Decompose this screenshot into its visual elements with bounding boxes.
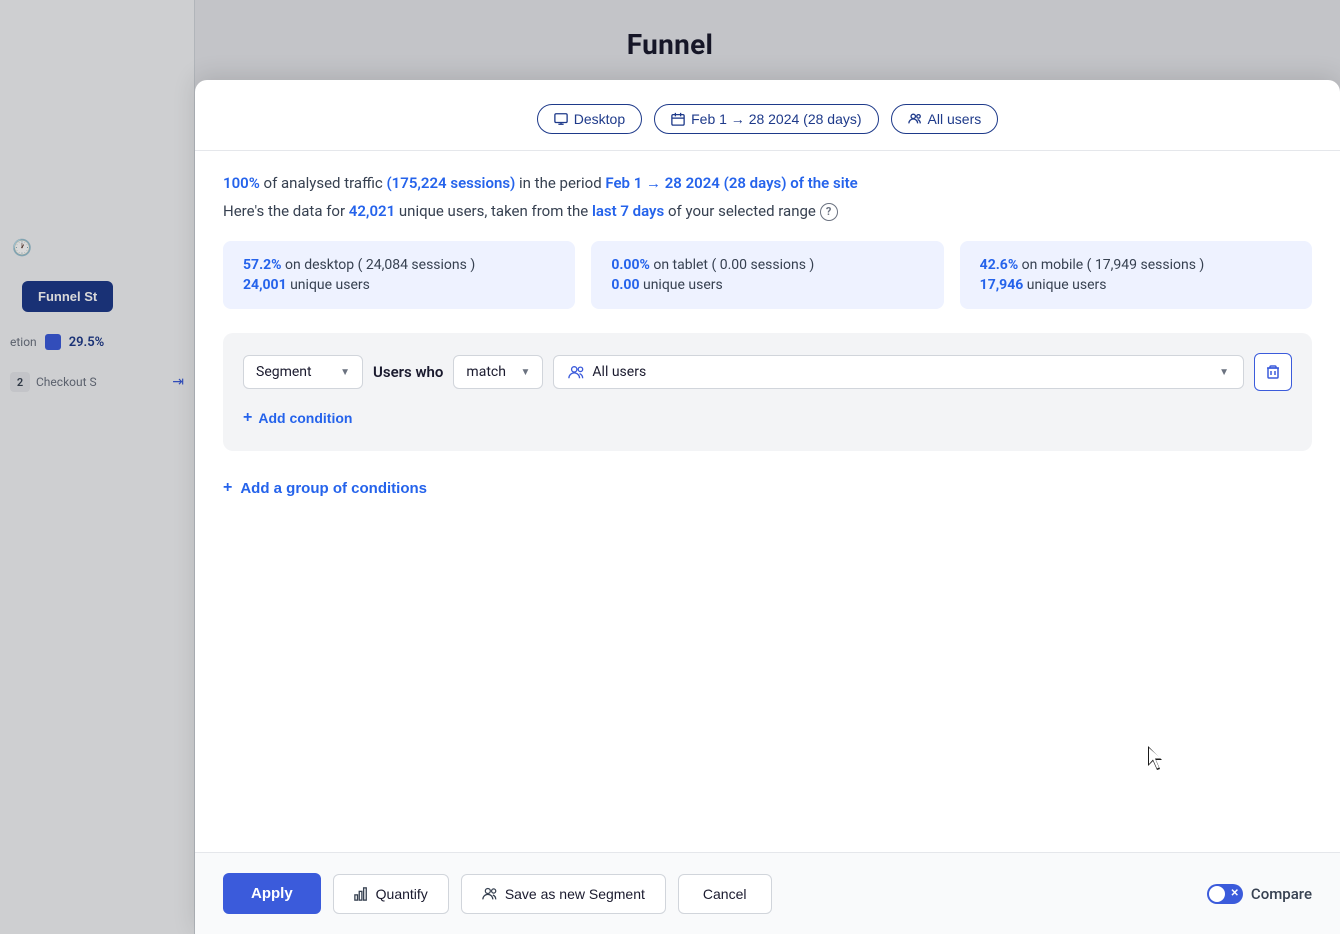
desktop-pill[interactable]: Desktop <box>537 104 642 134</box>
bar-chart-icon <box>354 887 368 901</box>
quantify-label: Quantify <box>376 886 428 902</box>
compare-toggle[interactable]: ✕ Compare <box>1207 884 1312 904</box>
segment-value-select[interactable]: All users ▼ <box>553 355 1244 389</box>
add-group-label: Add a group of conditions <box>240 480 427 497</box>
users-select-icon <box>568 364 584 380</box>
compare-toggle-switch[interactable]: ✕ <box>1207 884 1243 904</box>
stat-tablet-users-label: unique users <box>643 277 723 293</box>
date-pill[interactable]: Feb 1 → 28 2024 (28 days) <box>654 104 878 134</box>
stat-tablet-pct: 0.00% <box>611 257 650 273</box>
stat-desktop-users-count: 24,001 <box>243 277 287 293</box>
match-chevron-icon: ▼ <box>521 367 531 378</box>
quantify-button[interactable]: Quantify <box>333 874 449 914</box>
chevron-down-icon: ▼ <box>340 367 350 378</box>
sessions-count: (175,224 sessions) <box>386 174 515 192</box>
users-pill-label: All users <box>928 111 982 127</box>
info-row-2: Here's the data for 42,021 unique users,… <box>223 199 1312 223</box>
desktop-pill-label: Desktop <box>574 111 625 127</box>
users-pill[interactable]: All users <box>891 104 999 134</box>
save-segment-button[interactable]: Save as new Segment <box>461 874 666 914</box>
add-group-plus-icon: + <box>223 479 232 497</box>
info-text1: of analysed traffic <box>264 174 387 192</box>
stat-desktop-users-label: unique users <box>290 277 370 293</box>
add-condition-label: Add condition <box>258 410 352 426</box>
toggle-dot-inner <box>1209 886 1225 902</box>
stat-tablet-device: on tablet ( 0.00 sessions ) <box>653 257 814 273</box>
modal-body: 100% of analysed traffic (175,224 sessio… <box>195 151 1340 852</box>
cancel-button[interactable]: Cancel <box>678 874 772 914</box>
save-segment-label: Save as new Segment <box>505 886 645 902</box>
add-group-button[interactable]: + Add a group of conditions <box>223 467 427 509</box>
filter-condition-label: Users who <box>373 363 443 381</box>
calendar-icon <box>671 112 685 126</box>
match-select[interactable]: match ▼ <box>453 355 543 389</box>
stat-desktop-users: 24,001 unique users <box>243 277 555 293</box>
segment-value-label: All users <box>592 364 646 380</box>
delete-condition-button[interactable] <box>1254 353 1292 391</box>
info-text2: in the period <box>519 174 605 192</box>
stat-desktop: 57.2% on desktop ( 24,084 sessions ) 24,… <box>223 241 575 309</box>
stats-row: 57.2% on desktop ( 24,084 sessions ) 24,… <box>223 241 1312 309</box>
filter-type-label: Segment <box>256 364 312 380</box>
trash-icon <box>1265 364 1281 380</box>
match-label: match <box>466 364 506 380</box>
stat-mobile-users-label: unique users <box>1027 277 1107 293</box>
users-pill-icon <box>908 112 922 126</box>
add-condition-plus-icon: + <box>243 409 252 427</box>
stat-desktop-device: on desktop ( 24,084 sessions ) <box>285 257 475 273</box>
stat-desktop-pct: 57.2% <box>243 257 282 273</box>
stat-tablet: 0.00% on tablet ( 0.00 sessions ) 0.00 u… <box>591 241 943 309</box>
monitor-icon <box>554 112 568 126</box>
filter-type-select[interactable]: Segment ▼ <box>243 355 363 389</box>
toggle-x-icon: ✕ <box>1231 888 1239 899</box>
info-row-1: 100% of analysed traffic (175,224 sessio… <box>223 171 1312 195</box>
unique-users: 42,021 <box>349 202 395 220</box>
segment-modal: Desktop Feb 1 → 28 2024 (28 days) All us… <box>195 80 1340 934</box>
info-text3: Here's the data for <box>223 202 349 220</box>
segment-chevron-icon: ▼ <box>1219 367 1229 378</box>
info-text5: of your selected range <box>668 202 820 220</box>
stat-tablet-line1: 0.00% on tablet ( 0.00 sessions ) <box>611 257 923 273</box>
period-label: Feb 1 → 28 2024 (28 days) of the site <box>605 174 857 192</box>
stat-tablet-users-count: 0.00 <box>611 277 639 293</box>
stat-mobile-pct: 42.6% <box>980 257 1019 273</box>
stat-mobile-line1: 42.6% on mobile ( 17,949 sessions ) <box>980 257 1292 273</box>
stat-mobile-device: on mobile ( 17,949 sessions ) <box>1022 257 1205 273</box>
info-text4: unique users, taken from the <box>399 202 592 220</box>
stat-tablet-users: 0.00 unique users <box>611 277 923 293</box>
date-pill-label: Feb 1 → 28 2024 (28 days) <box>691 111 861 127</box>
apply-button[interactable]: Apply <box>223 873 321 914</box>
info-help-icon[interactable]: ? <box>820 203 838 221</box>
compare-label: Compare <box>1251 885 1312 903</box>
filter-row: Segment ▼ Users who match ▼ <box>243 353 1292 391</box>
modal-header: Desktop Feb 1 → 28 2024 (28 days) All us… <box>195 80 1340 151</box>
stat-mobile-users-count: 17,946 <box>980 277 1024 293</box>
stat-mobile-users: 17,946 unique users <box>980 277 1292 293</box>
filter-section: Segment ▼ Users who match ▼ <box>223 333 1312 451</box>
stat-desktop-line1: 57.2% on desktop ( 24,084 sessions ) <box>243 257 555 273</box>
add-condition-button[interactable]: + Add condition <box>243 405 352 431</box>
modal-footer: Apply Quantify Save as new Segment Cance… <box>195 852 1340 934</box>
stat-mobile: 42.6% on mobile ( 17,949 sessions ) 17,9… <box>960 241 1312 309</box>
traffic-pct: 100% <box>223 174 260 192</box>
last-days: last 7 days <box>592 202 664 220</box>
users-save-icon <box>482 886 497 901</box>
